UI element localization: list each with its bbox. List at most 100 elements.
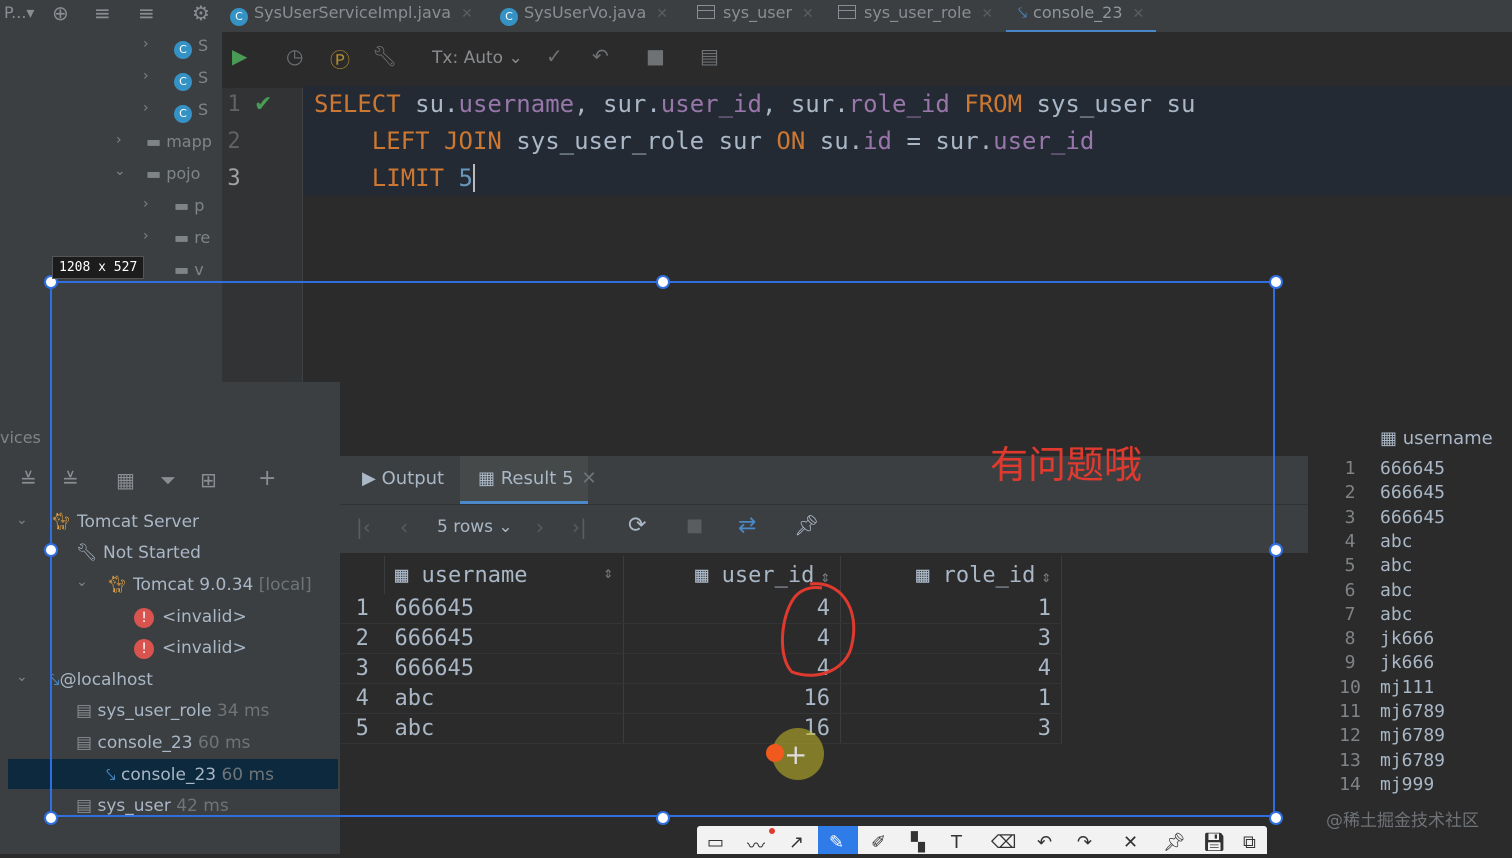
tab-console-23[interactable]: ⤥ console_23 ✕ (1006, 0, 1157, 33)
close-icon[interactable]: ✕ (1133, 6, 1145, 22)
side-row-value[interactable]: mj6789 (1380, 725, 1445, 746)
chevron-down-icon[interactable]: ⌄ (16, 669, 28, 685)
expand-all-icon[interactable]: ≚ (20, 468, 37, 492)
history-icon[interactable]: ◷ (286, 44, 303, 68)
close-icon[interactable]: ✕ (981, 6, 993, 22)
tree-item-folder[interactable]: ▬ v (174, 260, 204, 279)
side-row-value[interactable]: abc (1380, 531, 1413, 552)
tab-sysuserserviceimpl[interactable]: C SysUserServiceImpl.java ✕ (230, 0, 473, 30)
side-row-value[interactable]: mj999 (1380, 774, 1434, 795)
code-line-1[interactable]: SELECT su.username, sur.user_id, sur.rol… (314, 90, 1195, 118)
copy-icon[interactable]: ⧉ (1243, 832, 1256, 853)
gear-icon[interactable]: ⚙ (192, 0, 210, 30)
undo-icon[interactable]: ↶ (1037, 832, 1052, 853)
side-row-value[interactable]: abc (1380, 555, 1413, 576)
rollback-icon[interactable]: ↶ (592, 44, 609, 68)
watermark: @稀土掘金技术社区 (1326, 811, 1479, 831)
commit-icon[interactable]: ✓ (546, 44, 563, 68)
screenshot-selection-box[interactable] (50, 281, 1275, 817)
side-row-number: 4 (1344, 530, 1356, 552)
redo-icon[interactable]: ↷ (1077, 832, 1092, 853)
side-row-value[interactable]: 666645 (1380, 458, 1445, 479)
mosaic-tool-icon[interactable]: ▚ (911, 832, 925, 853)
resize-handle[interactable] (656, 275, 670, 289)
tree-item-mapper[interactable]: ▬ mapp (146, 132, 212, 151)
resize-handle[interactable] (44, 543, 58, 557)
side-row-value[interactable]: abc (1380, 604, 1413, 625)
tx-mode-dropdown[interactable]: Tx: Auto ⌄ (432, 48, 523, 68)
side-column-header[interactable]: ▦ username (1380, 428, 1493, 449)
side-row-number: 1 (1344, 458, 1356, 479)
side-row-value[interactable]: jk666 (1380, 652, 1434, 673)
services-title: vices (0, 428, 41, 447)
chevron-right-icon[interactable]: › (143, 36, 149, 52)
tree-item-pojo[interactable]: ▬ pojo (146, 164, 200, 183)
settings-wrench-icon[interactable]: 🔧︎ (372, 44, 397, 68)
pin-icon[interactable]: 📌︎ (1163, 832, 1186, 853)
tree-item-class[interactable]: CS (174, 36, 208, 59)
tab-label: console_23 (1033, 3, 1123, 22)
stop-icon[interactable]: ■ (646, 44, 665, 68)
side-row-value[interactable]: mj111 (1380, 677, 1434, 698)
resize-handle[interactable] (1269, 543, 1283, 557)
tab-label: SysUserVo.java (524, 3, 647, 22)
side-row-value[interactable]: 666645 (1380, 482, 1445, 503)
locate-icon[interactable]: ⊕ (52, 0, 69, 30)
side-row-value[interactable]: abc (1380, 580, 1413, 601)
tab-sys-user[interactable]: sys_user ✕ (697, 0, 814, 30)
resize-handle[interactable] (1269, 811, 1283, 825)
expand-all-icon[interactable]: ≡ (94, 0, 111, 30)
chevron-right-icon[interactable]: › (143, 100, 149, 116)
pen-tool-icon[interactable]: 〰 (747, 832, 765, 858)
line-number: 3 (227, 166, 241, 191)
highlighter-tool-icon[interactable]: ✐ (871, 832, 886, 853)
tree-item-class[interactable]: CS (174, 100, 208, 123)
tab-sys-user-role[interactable]: sys_user_role ✕ (838, 0, 993, 30)
code-line-2[interactable]: LEFT JOIN sys_user_role sur ON su.id = s… (314, 127, 1095, 155)
chevron-right-icon[interactable]: › (143, 68, 149, 84)
eraser-tool-icon[interactable]: ⌫ (991, 832, 1016, 853)
run-icon[interactable]: ▶ (232, 44, 247, 68)
code-line-3[interactable]: LIMIT 5​ (314, 164, 475, 192)
close-icon[interactable]: ✕ (802, 6, 814, 22)
side-row-number: 13 (1339, 749, 1361, 771)
side-row-value[interactable]: jk666 (1380, 628, 1434, 649)
cursor-dot (766, 744, 784, 762)
chevron-right-icon[interactable]: › (143, 196, 149, 212)
side-row-number: 10 (1339, 676, 1361, 698)
close-icon[interactable]: ✕ (461, 6, 473, 22)
resize-handle[interactable] (656, 811, 670, 825)
chevron-right-icon[interactable]: › (116, 132, 122, 148)
chevron-down-icon[interactable]: ⌄ (114, 163, 126, 179)
line-number: 2 (227, 129, 241, 154)
project-view-dropdown[interactable]: P...▾ (4, 0, 34, 30)
save-icon[interactable]: 💾︎ (1203, 832, 1226, 853)
side-row-value[interactable]: 666645 (1380, 507, 1445, 528)
tree-item-folder[interactable]: ▬ re (174, 228, 210, 247)
text-tool-icon[interactable]: T (951, 832, 962, 853)
side-row-value[interactable]: mj6789 (1380, 750, 1445, 771)
tab-sysuservo[interactable]: C SysUserVo.java ✕ (500, 0, 668, 30)
side-row-number: 6 (1344, 579, 1356, 601)
profile-icon[interactable]: Ⓟ (330, 44, 350, 73)
resize-handle[interactable] (44, 811, 58, 825)
tree-item-folder[interactable]: ▬ p (174, 196, 204, 215)
arrow-tool-icon[interactable]: ↗ (789, 832, 804, 853)
chevron-down-icon[interactable]: ⌄ (16, 512, 28, 528)
resize-handle[interactable] (1269, 275, 1283, 289)
folder-icon: ▬ (146, 164, 167, 183)
rectangle-tool-icon[interactable]: ▭ (707, 832, 724, 853)
close-icon[interactable]: ✕ (1123, 832, 1138, 853)
brush-tool-icon[interactable]: ✎ (829, 832, 844, 853)
crosshair-cursor-icon: + (784, 738, 808, 771)
editor-tab-bar: P...▾ ⊕ ≡ ≡ ⚙ C SysUserServiceImpl.java ✕ … (0, 0, 1512, 33)
line-number: 1 (227, 92, 241, 117)
side-row-value[interactable]: mj6789 (1380, 701, 1445, 722)
side-row-number: 2 (1344, 482, 1356, 504)
tree-item-class[interactable]: CS (174, 68, 208, 91)
collapse-all-icon[interactable]: ≡ (138, 0, 155, 30)
chevron-right-icon[interactable]: › (143, 228, 149, 244)
text-caret: ​ (472, 164, 475, 192)
close-icon[interactable]: ✕ (656, 6, 668, 22)
table-view-icon[interactable]: ▤ (700, 44, 719, 68)
